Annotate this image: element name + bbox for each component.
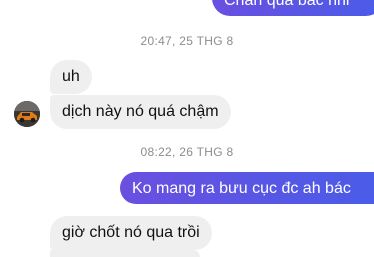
incoming-message-cutoff[interactable]	[50, 250, 200, 257]
incoming-message[interactable]: giờ chốt nó qua trồi	[50, 216, 212, 250]
message-text: giờ chốt nó qua trồi	[62, 224, 200, 241]
sender-avatar[interactable]	[14, 101, 40, 127]
timestamp-divider: 08:22, 26 THG 8	[140, 145, 234, 159]
message-text: Ko mang ra bưu cục đc ah bác	[132, 180, 351, 197]
car-avatar-icon	[14, 101, 40, 127]
outgoing-message-top[interactable]: Chẩn quá bác nhỉ	[212, 0, 374, 16]
chat-thread: Chẩn quá bác nhỉ 20:47, 25 THG 8 uh dịch…	[0, 0, 374, 257]
message-text: uh	[62, 68, 80, 85]
outgoing-message[interactable]: Ko mang ra bưu cục đc ah bác	[120, 172, 374, 204]
message-text: dịch này nó quá chậm	[62, 103, 219, 120]
incoming-message[interactable]: dịch này nó quá chậm	[50, 95, 231, 129]
message-text: Chẩn quá bác nhỉ	[224, 0, 350, 9]
timestamp-divider: 20:47, 25 THG 8	[140, 34, 234, 48]
incoming-message[interactable]: uh	[50, 60, 92, 94]
